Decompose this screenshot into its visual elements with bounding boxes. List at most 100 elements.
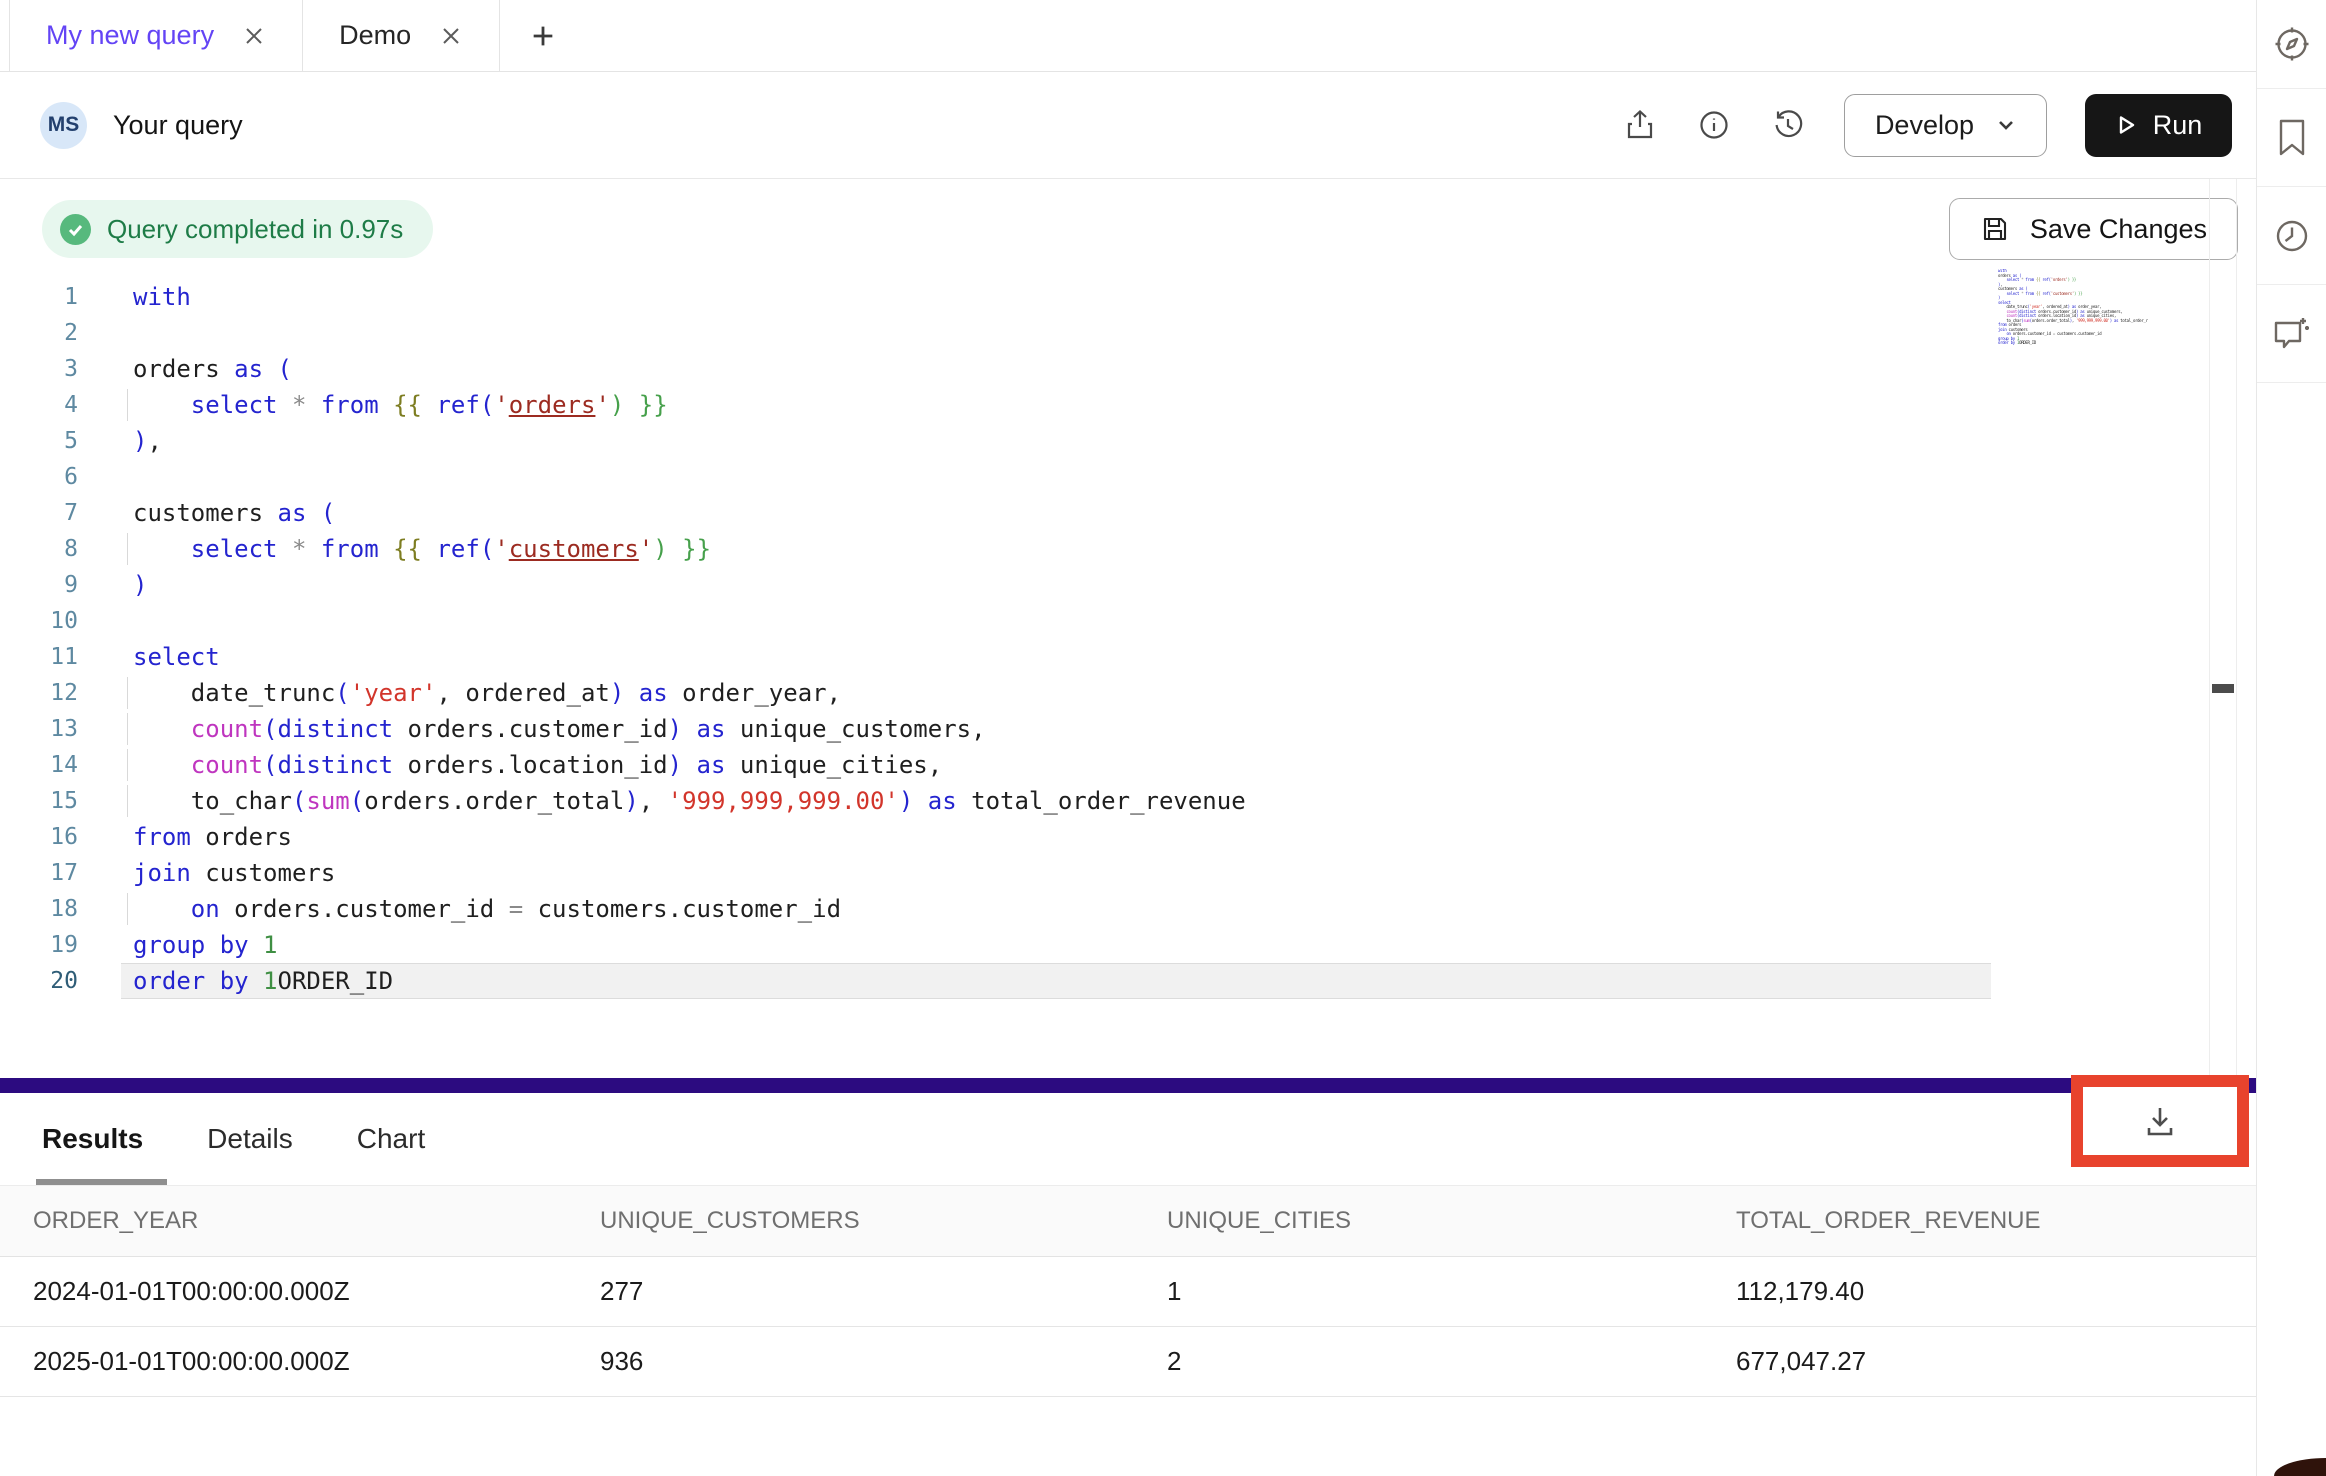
code-line[interactable]: 7customers as (	[0, 495, 2136, 531]
line-number: 19	[0, 927, 78, 963]
code-token	[379, 391, 393, 419]
code-line[interactable]: 15 to_char(sum(orders.order_total), '999…	[0, 783, 2136, 819]
code-token: , ordered_at	[436, 679, 609, 707]
code-token: (	[321, 499, 335, 527]
code-token: from	[133, 823, 191, 851]
code-token: )	[610, 679, 624, 707]
editor-scrollbar-track	[2209, 179, 2237, 1078]
save-changes-button[interactable]: Save Changes	[1949, 198, 2238, 260]
code-token: on	[191, 895, 220, 923]
code-line[interactable]: 6	[0, 459, 2136, 495]
code-token: select	[133, 643, 220, 671]
code-token: with	[133, 283, 191, 311]
code-token	[306, 499, 320, 527]
results-tab-results[interactable]: Results	[42, 1093, 143, 1185]
indent-guide	[127, 677, 128, 709]
header-actions: Develop Run	[1622, 94, 2232, 157]
code-token: }}	[2078, 291, 2082, 296]
share-button[interactable]	[1622, 107, 1658, 143]
code-token: unique_cities,	[725, 751, 942, 779]
query-tab[interactable]: Demo	[303, 0, 500, 71]
code-token: join	[133, 859, 191, 887]
code-line[interactable]: 11select	[0, 639, 2136, 675]
table-cell: 936	[600, 1346, 1167, 1377]
code-token: )	[610, 391, 624, 419]
code-token: as	[697, 751, 726, 779]
close-icon[interactable]	[439, 24, 463, 48]
results-tab-chart[interactable]: Chart	[357, 1093, 425, 1185]
code-line[interactable]: 9)	[0, 567, 2136, 603]
line-number: 12	[0, 675, 78, 711]
code-token: orders.order_total	[364, 787, 624, 815]
sql-editor[interactable]: Query completed in 0.97s Save Changes 1w…	[0, 179, 2256, 1078]
code-token: customers	[2053, 291, 2072, 296]
code-token: (	[480, 391, 494, 419]
query-status-badge: Query completed in 0.97s	[42, 200, 433, 258]
close-icon[interactable]	[242, 24, 266, 48]
sidebar-item-ai-chat[interactable]	[2257, 285, 2326, 383]
code-token: ORDER_ID	[278, 967, 394, 995]
code-line[interactable]: 14 count(distinct orders.location_id) as…	[0, 747, 2136, 783]
results-table-body: 2024-01-01T00:00:00.000Z2771112,179.4020…	[0, 1257, 2256, 1397]
code-line[interactable]: 10	[0, 603, 2136, 639]
code-line[interactable]: 18 on orders.customer_id = customers.cus…	[0, 891, 2136, 927]
main-column: My new queryDemo MS Your query	[0, 0, 2256, 1476]
code-line[interactable]: 5),	[0, 423, 2136, 459]
line-number: 13	[0, 711, 78, 747]
query-tab[interactable]: My new query	[9, 0, 303, 71]
sidebar-item-history[interactable]	[2257, 187, 2326, 285]
code-token: )	[133, 571, 147, 599]
code-line[interactable]: 4 select * from {{ ref('orders') }}	[0, 387, 2136, 423]
code-line[interactable]: 13 count(distinct orders.customer_id) as…	[0, 711, 2136, 747]
line-number: 9	[0, 567, 78, 603]
line-number: 20	[0, 963, 78, 999]
line-number: 6	[0, 459, 78, 495]
info-button[interactable]	[1696, 107, 1732, 143]
code-token: orders.order_total	[2032, 318, 2070, 323]
code-line[interactable]: 16from orders	[0, 819, 2136, 855]
code-line[interactable]: 20order by 1ORDER_ID	[0, 963, 2136, 999]
chat-sparkles-icon	[2272, 315, 2312, 353]
line-number: 7	[0, 495, 78, 531]
code-line[interactable]: 19group by 1	[0, 927, 2136, 963]
editor-minimap[interactable]: withorders as ( select * from {{ ref('or…	[1998, 269, 2148, 379]
code-token	[306, 535, 320, 563]
code-token: as	[234, 355, 263, 383]
code-line[interactable]: 1with	[0, 279, 2136, 315]
code-token	[682, 715, 696, 743]
code-token	[133, 715, 191, 743]
results-table-header: ORDER_YEARUNIQUE_CUSTOMERSUNIQUE_CITIEST…	[0, 1185, 2256, 1257]
history-button[interactable]	[1770, 107, 1806, 143]
code-line[interactable]: 12 date_trunc('year', ordered_at) as ord…	[0, 675, 2136, 711]
editor-scrollbar-thumb[interactable]	[2212, 684, 2234, 693]
code-line[interactable]: 17join customers	[0, 855, 2136, 891]
sidebar-item-explore[interactable]	[2257, 0, 2326, 89]
code-token	[133, 895, 191, 923]
code-token: from	[321, 535, 379, 563]
code-token: }}	[639, 391, 668, 419]
sidebar-item-bookmarks[interactable]	[2257, 89, 2326, 187]
code-line[interactable]: 2	[0, 315, 2136, 351]
page-title: Your query	[113, 110, 243, 141]
code-token: customers	[509, 535, 639, 563]
code-token: select	[191, 391, 278, 419]
column-header: ORDER_YEAR	[33, 1207, 600, 1235]
code-lines[interactable]: 1with23orders as (4 select * from {{ ref…	[0, 279, 2136, 999]
line-number: 17	[0, 855, 78, 891]
develop-dropdown[interactable]: Develop	[1844, 94, 2047, 157]
run-button[interactable]: Run	[2085, 94, 2232, 157]
code-token: (	[278, 355, 292, 383]
code-line[interactable]: 3orders as (	[0, 351, 2136, 387]
code-token: (	[480, 535, 494, 563]
line-number: 16	[0, 819, 78, 855]
query-header: MS Your query Develop	[0, 72, 2256, 179]
code-token: from	[2025, 291, 2033, 296]
download-results-button[interactable]	[2137, 1098, 2183, 1144]
results-tab-details[interactable]: Details	[207, 1093, 293, 1185]
code-line[interactable]: 8 select * from {{ ref('customers') }}	[0, 531, 2136, 567]
new-tab-button[interactable]	[500, 0, 586, 71]
column-header: UNIQUE_CITIES	[1167, 1207, 1736, 1235]
code-token: order by	[1998, 340, 2015, 345]
code-token	[682, 751, 696, 779]
code-token: orders.customer_id	[220, 895, 509, 923]
